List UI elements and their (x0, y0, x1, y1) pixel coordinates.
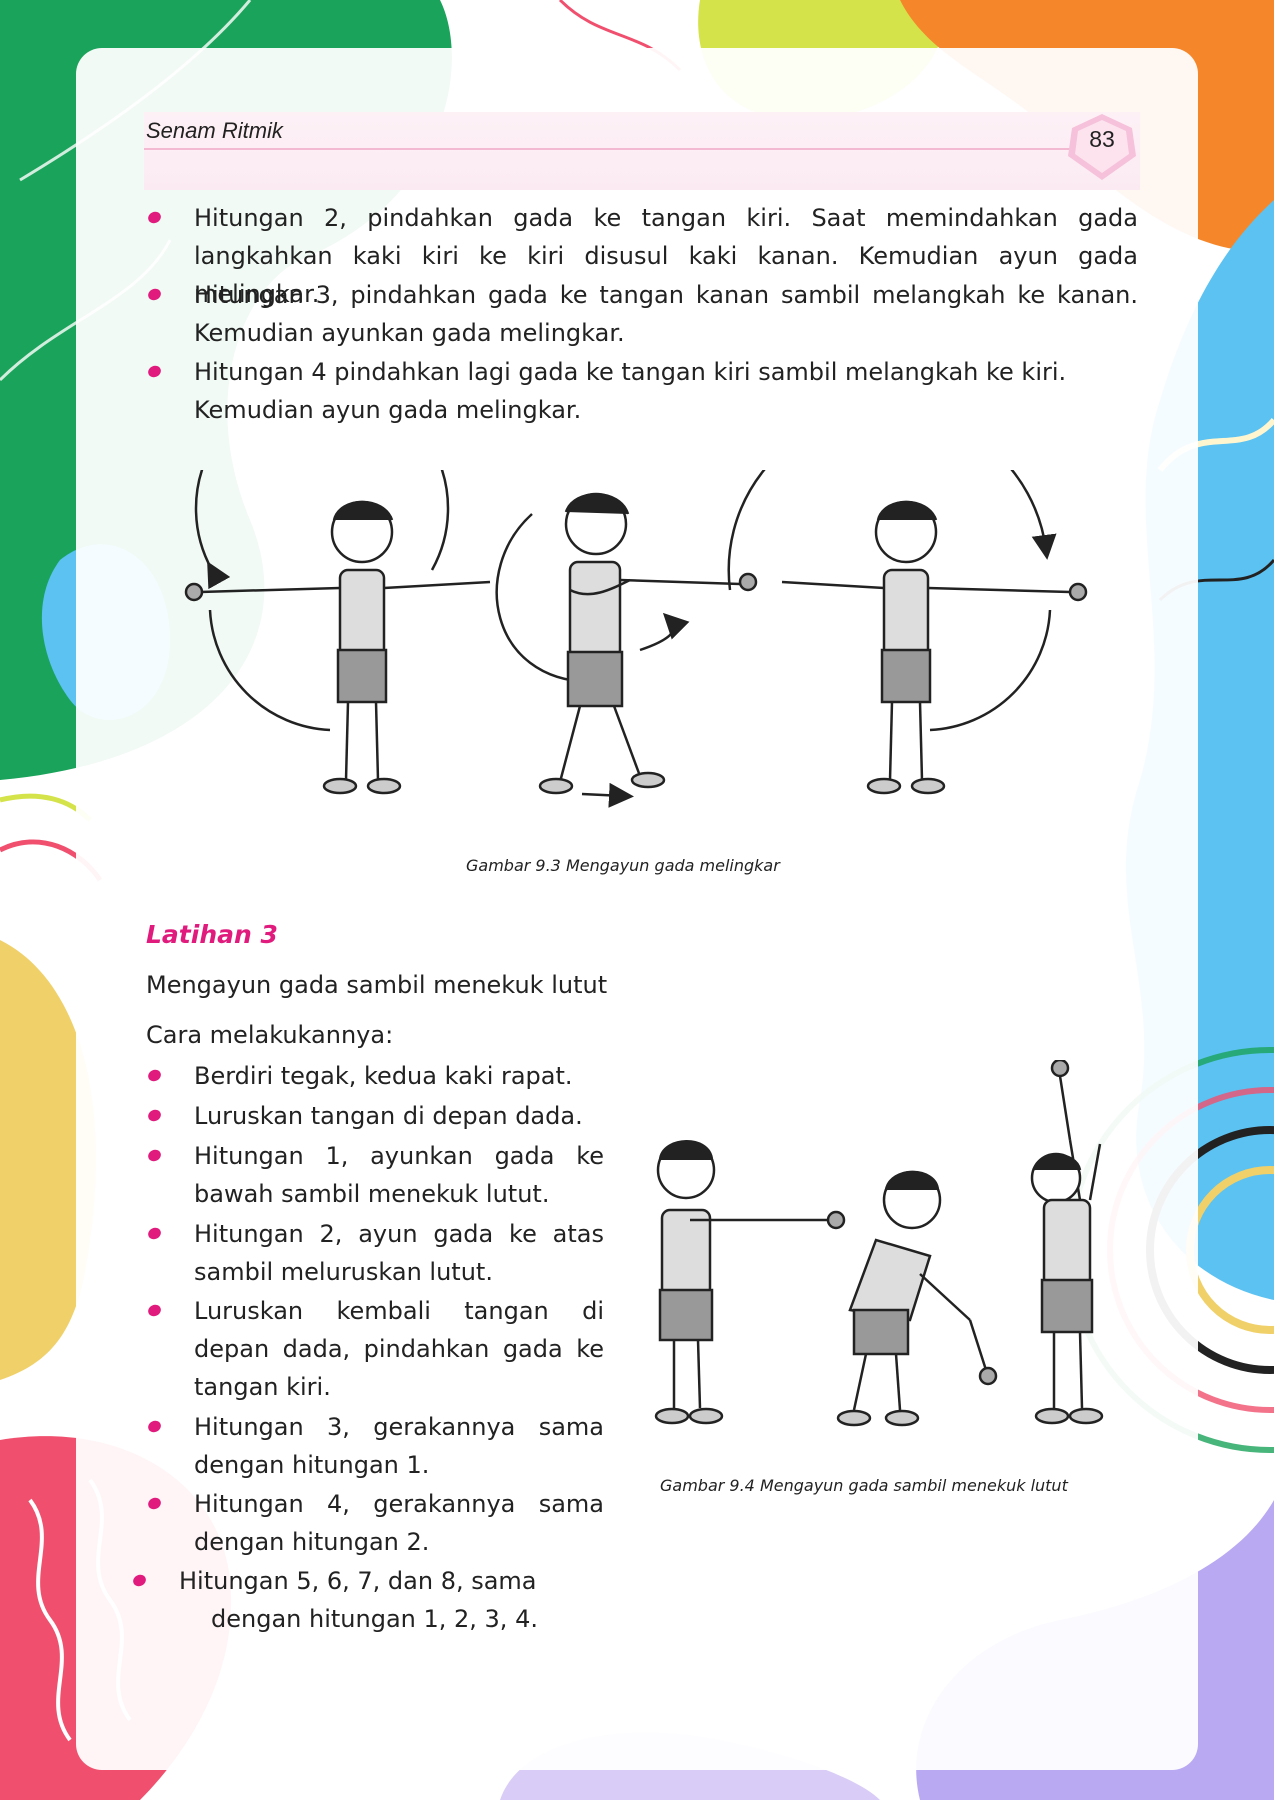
bullet-icon (146, 209, 163, 226)
bullet-icon (146, 1225, 163, 1242)
header-rule (144, 148, 1074, 150)
figure-9-4-caption: Gambar 9.4 Mengayun gada sambil menekuk … (660, 1476, 1068, 1495)
child-arms-raised (1030, 1060, 1104, 1425)
intro-bullet-2: Hitungan 3, pindahkan gada ke tangan kan… (194, 281, 1138, 347)
bullet-icon (146, 1418, 163, 1435)
intro-bullet-3-line1: Hitungan 4 pindahkan lagi gada ke tangan… (194, 358, 1067, 386)
child-swinging-right (727, 470, 1088, 795)
bullet-icon (146, 1107, 163, 1124)
figure-9-4-illustration (640, 1060, 1120, 1440)
bullet-icon (146, 1147, 163, 1164)
step-4: Hitungan 2, ayun gada ke atas sambil mel… (194, 1220, 604, 1286)
bullet-icon (146, 1302, 163, 1319)
bullet-icon (146, 363, 163, 380)
step-2: Luruskan tangan di depan dada. (194, 1102, 583, 1130)
figure-9-3-caption: Gambar 9.3 Mengayun gada melingkar (466, 856, 780, 875)
step-5: Luruskan kembali tangan di depan dada, p… (194, 1297, 604, 1401)
page-number: 83 (1089, 126, 1115, 152)
child-bending-knees (836, 1170, 998, 1427)
bullet-icon (131, 1572, 148, 1589)
figure-9-3-illustration (170, 470, 1100, 810)
step-1: Berdiri tegak, kedua kaki rapat. (194, 1062, 573, 1090)
bullet-icon (146, 1495, 163, 1512)
step-8-line1: Hitungan 5, 6, 7, dan 8, sama (179, 1567, 537, 1595)
header-band (144, 112, 1140, 190)
step-8-line2: dengan hitungan 1, 2, 3, 4. (211, 1605, 538, 1633)
section-title: Latihan 3 (146, 920, 278, 949)
child-arms-forward (654, 1140, 846, 1425)
step-3: Hitungan 1, ayunkan gada ke bawah sambil… (194, 1142, 604, 1208)
bullet-icon (146, 286, 163, 303)
running-header-title: Senam Ritmik (146, 118, 283, 143)
child-swinging-left (184, 470, 491, 795)
method-label: Cara melakukannya: (146, 1021, 394, 1049)
child-stepping-middle (495, 492, 758, 808)
step-6: Hitungan 3, gerakannya sama dengan hitun… (194, 1413, 604, 1479)
section-subtitle: Mengayun gada sambil menekuk lutut (146, 971, 608, 999)
bullet-icon (146, 1067, 163, 1084)
intro-bullet-3-line2: Kemudian ayun gada melingkar. (194, 396, 582, 424)
step-7: Hitungan 4, gerakannya sama dengan hitun… (194, 1490, 604, 1556)
